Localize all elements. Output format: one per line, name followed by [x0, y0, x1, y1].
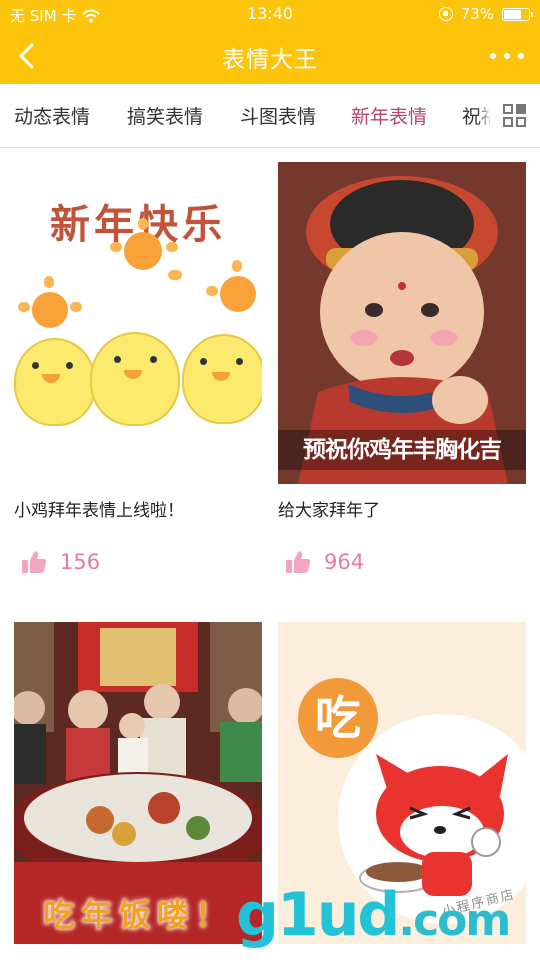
watermark-suffix: .com [398, 895, 511, 946]
card-caption: 小鸡拜年表情上线啦！ [14, 501, 184, 521]
site-watermark: g1ud.com [236, 880, 511, 950]
card-image-painting: 预祝你鸡年丰胸化吉 [278, 162, 526, 484]
card-image-family-dinner: 吃年饭喽！ [14, 622, 262, 944]
battery-percent: 73% [460, 5, 494, 23]
nav-bar: 表情大王 [0, 28, 540, 84]
top-bar: 无 SIM 卡 13:40 73% 表情大王 [0, 0, 540, 84]
chevron-left-icon [19, 43, 34, 69]
back-button[interactable] [10, 38, 46, 74]
tab-dynamic[interactable]: 动态表情 [14, 102, 90, 129]
watermark-main: g1ud [236, 880, 400, 950]
speech-bubble-text: 吃 [298, 678, 378, 758]
like-count: 156 [60, 550, 101, 574]
battery-fill [504, 9, 522, 19]
more-dot [504, 53, 510, 59]
card-image-chicks: 新年快乐 [14, 162, 262, 484]
tab-battle[interactable]: 斗图表情 [240, 102, 316, 129]
card-caption: 给大家拜年了 [278, 501, 380, 521]
more-button[interactable] [490, 40, 524, 72]
thumbs-up-icon [286, 551, 311, 573]
battery-icon [502, 7, 533, 21]
thumbs-up-icon [22, 551, 47, 573]
status-bar: 无 SIM 卡 13:40 73% [0, 0, 540, 28]
like-count: 964 [324, 550, 365, 574]
image-banner-text: 预祝你鸡年丰胸化吉 [278, 430, 526, 470]
more-dot [518, 53, 524, 59]
rotation-lock-icon [438, 7, 453, 21]
page-title: 表情大王 [222, 47, 318, 73]
category-tabs: 动态表情 搞笑表情 斗图表情 新年表情 祝福表情 [0, 84, 540, 148]
status-right: 73% [438, 5, 533, 23]
like-button[interactable]: 156 [20, 548, 100, 576]
image-title-text: 吃年饭喽！ [42, 896, 233, 934]
tab-new-year[interactable]: 新年表情 [351, 102, 427, 129]
more-dots-icon [490, 53, 496, 59]
category-grid-button[interactable] [490, 84, 540, 147]
like-button[interactable]: 964 [284, 548, 364, 576]
tab-funny[interactable]: 搞笑表情 [127, 102, 203, 129]
grid-icon [503, 103, 527, 128]
